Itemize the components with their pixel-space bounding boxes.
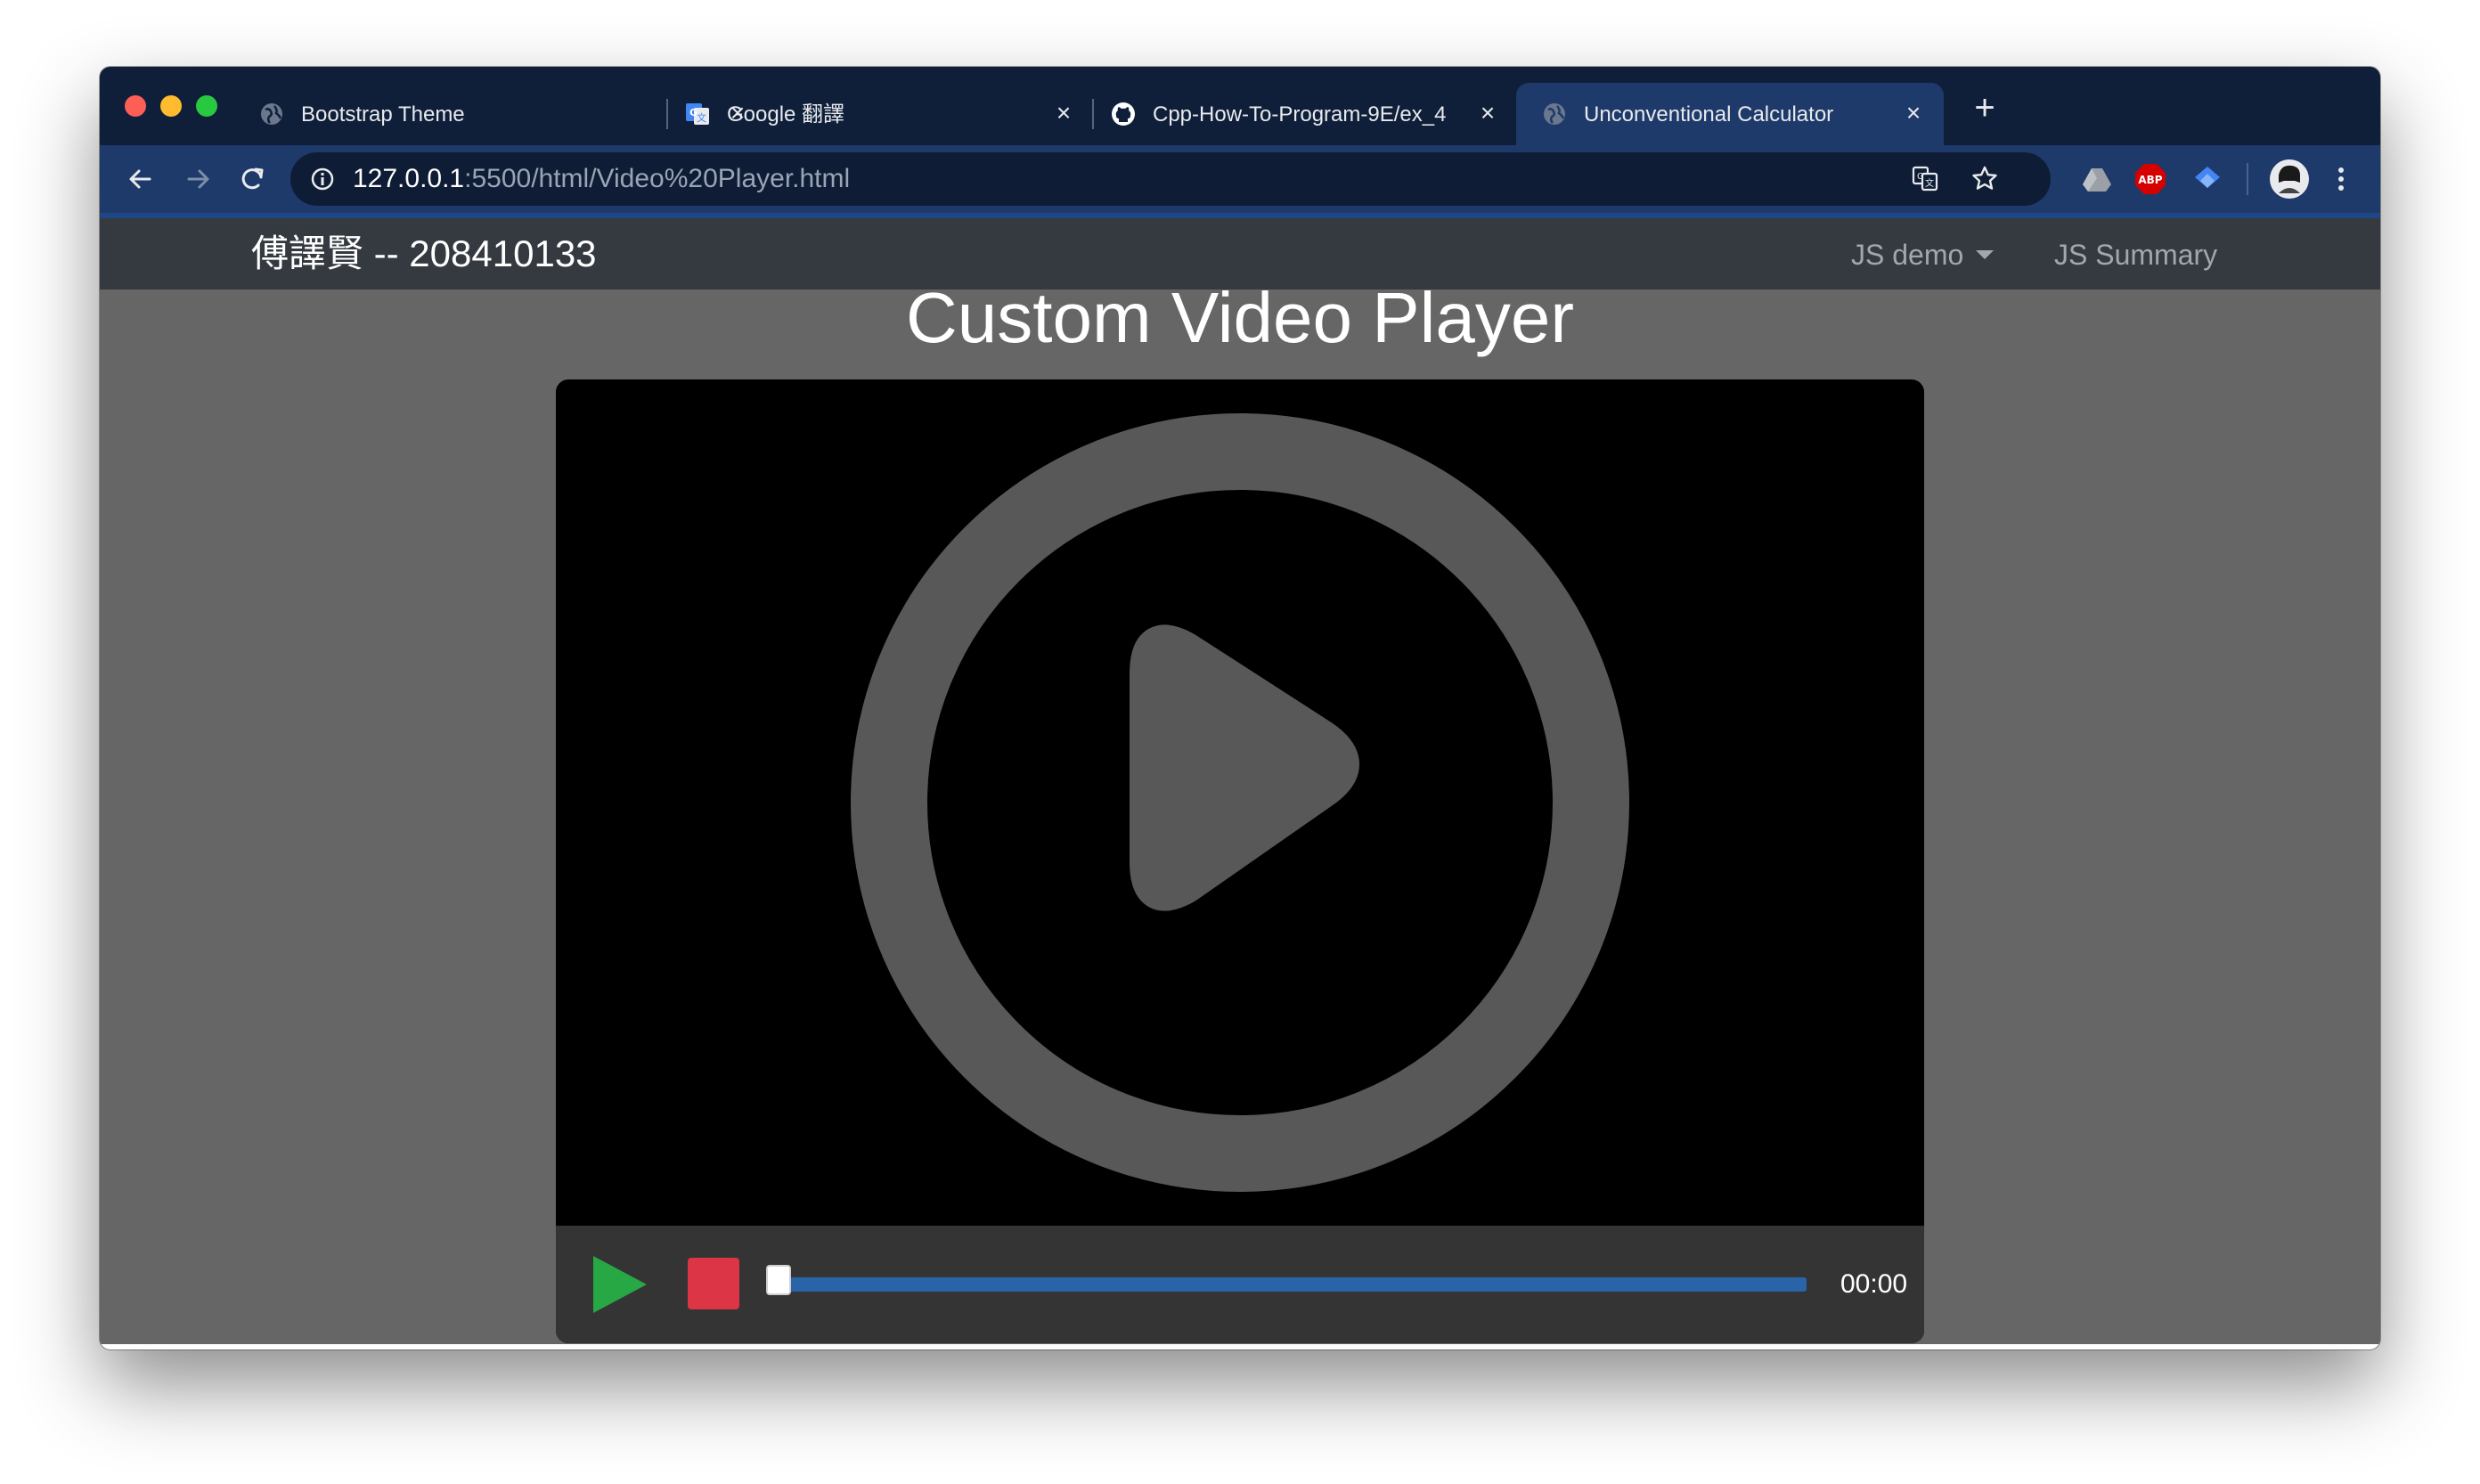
translate-icon[interactable]: G 文 bbox=[1910, 163, 1942, 195]
tab-title: Unconventional Calculator bbox=[1584, 102, 1834, 126]
address-bar[interactable]: 127.0.0.1:5500/html/Video%20Player.html … bbox=[290, 152, 2051, 206]
adblock-plus-icon[interactable]: ABP bbox=[2133, 161, 2168, 197]
abp-label: ABP bbox=[2138, 174, 2162, 186]
window-bottom-edge bbox=[100, 1344, 2380, 1349]
extension-icon[interactable] bbox=[2190, 161, 2225, 197]
info-icon[interactable] bbox=[310, 167, 335, 192]
page-title: Custom Video Player bbox=[906, 278, 1574, 357]
tab-title: Bootstrap Theme bbox=[301, 102, 465, 126]
video-player: 00:00 bbox=[556, 379, 1924, 1343]
google-drive-icon[interactable] bbox=[2079, 161, 2115, 197]
avatar[interactable] bbox=[2268, 158, 2311, 200]
bookmark-star-icon[interactable] bbox=[1969, 163, 2001, 195]
progress-slider[interactable] bbox=[766, 1265, 1817, 1295]
new-tab-button[interactable]: + bbox=[1967, 90, 2003, 127]
github-icon bbox=[1112, 102, 1135, 126]
nav-js-demo-dropdown[interactable]: JS demo bbox=[1851, 238, 1995, 272]
close-icon[interactable]: × bbox=[1903, 101, 1924, 126]
browser-toolbar: 127.0.0.1:5500/html/Video%20Player.html … bbox=[100, 145, 2380, 218]
tab-github-cpp[interactable]: Cpp-How-To-Program-9E/ex_4 × bbox=[1085, 83, 1513, 145]
toolbar-divider bbox=[2247, 163, 2248, 195]
play-icon[interactable] bbox=[591, 1254, 649, 1315]
player-controls: 00:00 bbox=[556, 1226, 1924, 1343]
reload-icon[interactable] bbox=[233, 159, 273, 199]
minimize-window-button[interactable] bbox=[160, 95, 182, 117]
progress-track bbox=[777, 1277, 1807, 1292]
google-translate-icon: G 文 bbox=[686, 103, 709, 125]
time-display: 00:00 bbox=[1840, 1269, 1908, 1299]
back-arrow-icon[interactable] bbox=[121, 159, 160, 199]
url-host: 127.0.0.1 bbox=[353, 164, 465, 193]
globe-icon bbox=[1544, 103, 1565, 125]
tab-google-translate[interactable]: G 文 Google 翻譯 × bbox=[659, 83, 1087, 145]
url-text: 127.0.0.1:5500/html/Video%20Player.html bbox=[353, 165, 850, 193]
maximize-window-button[interactable] bbox=[196, 95, 217, 117]
progress-thumb[interactable] bbox=[766, 1265, 791, 1295]
svg-text:G: G bbox=[1917, 172, 1924, 182]
forward-arrow-icon[interactable] bbox=[178, 159, 217, 199]
stop-button[interactable] bbox=[688, 1258, 739, 1309]
close-window-button[interactable] bbox=[125, 95, 146, 117]
svg-text:文: 文 bbox=[697, 111, 706, 124]
nav-link-label: JS demo bbox=[1851, 239, 1964, 271]
tab-strip: Bootstrap Theme × G 文 Google 翻譯 × Cpp-Ho… bbox=[100, 67, 2380, 145]
tab-unconventional-calculator[interactable]: Unconventional Calculator × bbox=[1516, 83, 1944, 145]
tab-title: Google 翻譯 bbox=[727, 102, 845, 126]
video-screen[interactable] bbox=[556, 379, 1924, 1226]
close-icon[interactable]: × bbox=[1477, 101, 1498, 126]
caret-down-icon bbox=[1976, 249, 1995, 259]
svg-text:文: 文 bbox=[1925, 177, 1934, 189]
navbar-brand[interactable]: 傅譯賢 -- 208410133 bbox=[251, 232, 597, 275]
kebab-menu-icon[interactable] bbox=[2323, 161, 2359, 197]
url-path: :5500/html/Video%20Player.html bbox=[464, 164, 851, 193]
nav-js-summary[interactable]: JS Summary bbox=[2054, 238, 2217, 272]
close-icon[interactable]: × bbox=[1053, 101, 1074, 126]
big-play-icon[interactable] bbox=[556, 379, 1924, 1226]
globe-icon bbox=[261, 103, 282, 125]
browser-window: Bootstrap Theme × G 文 Google 翻譯 × Cpp-Ho… bbox=[100, 67, 2380, 1349]
tab-title: Cpp-How-To-Program-9E/ex_4 bbox=[1153, 102, 1447, 126]
